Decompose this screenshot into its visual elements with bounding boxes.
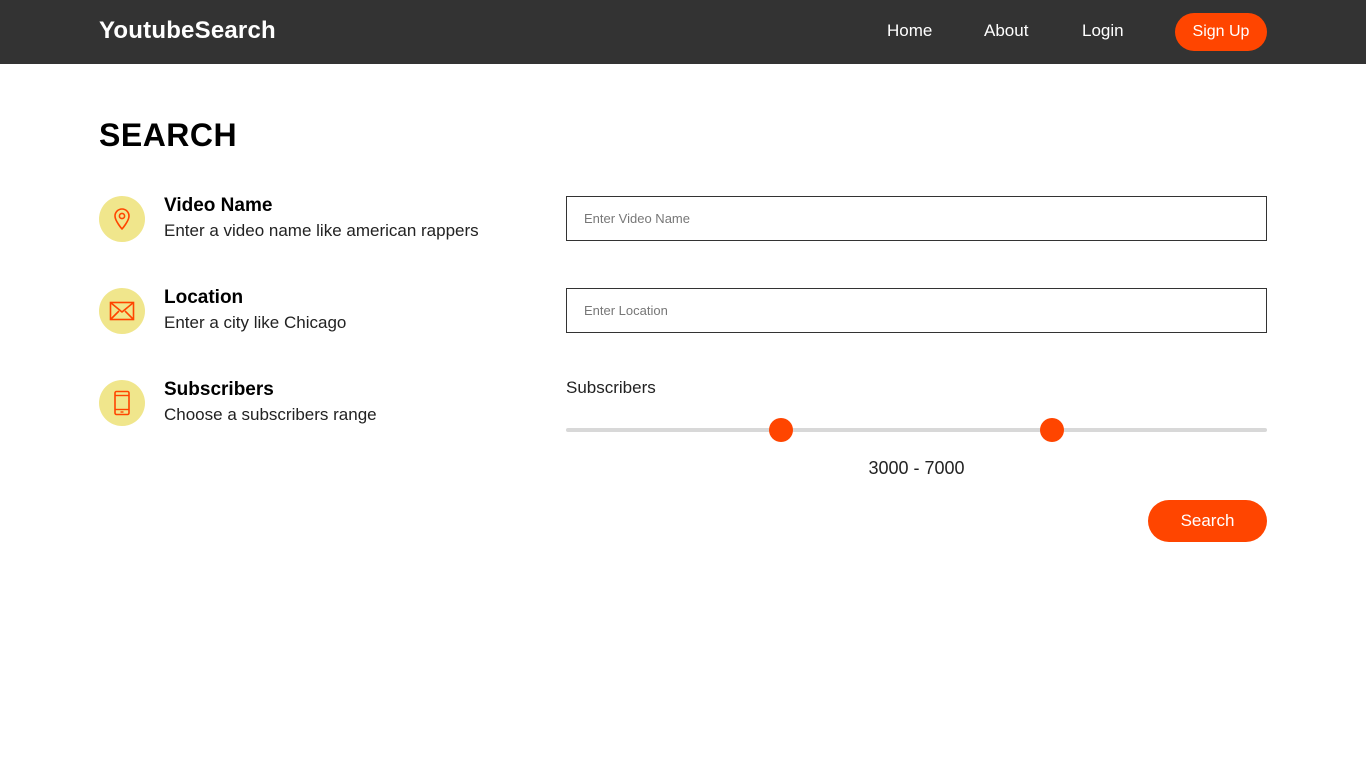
nav-link-home[interactable]: Home	[887, 21, 932, 41]
slider-min-handle[interactable]	[769, 418, 794, 442]
phone-icon	[99, 380, 145, 426]
nav-link-login[interactable]: Login	[1082, 21, 1124, 41]
search-button[interactable]: Search	[1148, 500, 1267, 542]
location-input[interactable]	[567, 289, 1266, 332]
envelope-icon	[99, 288, 145, 334]
subscribers-title: Subscribers	[164, 379, 274, 400]
page-title: SEARCH	[99, 117, 238, 153]
location-title: Location	[164, 287, 244, 308]
subscribers-range-value: 3000 - 7000	[868, 458, 965, 478]
video-name-field	[566, 196, 1267, 241]
video-name-title: Video Name	[164, 195, 273, 216]
signup-button[interactable]: Sign Up	[1175, 13, 1267, 51]
nav-link-about[interactable]: About	[984, 21, 1028, 41]
subscribers-range-slider[interactable]	[566, 418, 1267, 442]
brand-logo[interactable]: YoutubeSearch	[99, 17, 276, 45]
video-name-description: Enter a video name like american rappers	[164, 221, 479, 240]
navbar: YoutubeSearch Home About Login Sign Up	[0, 0, 1366, 64]
subscribers-description: Choose a subscribers range	[164, 405, 377, 424]
location-pin-icon	[99, 196, 145, 242]
slider-max-handle[interactable]	[1039, 418, 1064, 442]
location-description: Enter a city like Chicago	[164, 313, 347, 332]
video-name-input[interactable]	[567, 197, 1266, 240]
location-field	[566, 288, 1267, 333]
subscribers-slider-label: Subscribers	[566, 378, 656, 397]
